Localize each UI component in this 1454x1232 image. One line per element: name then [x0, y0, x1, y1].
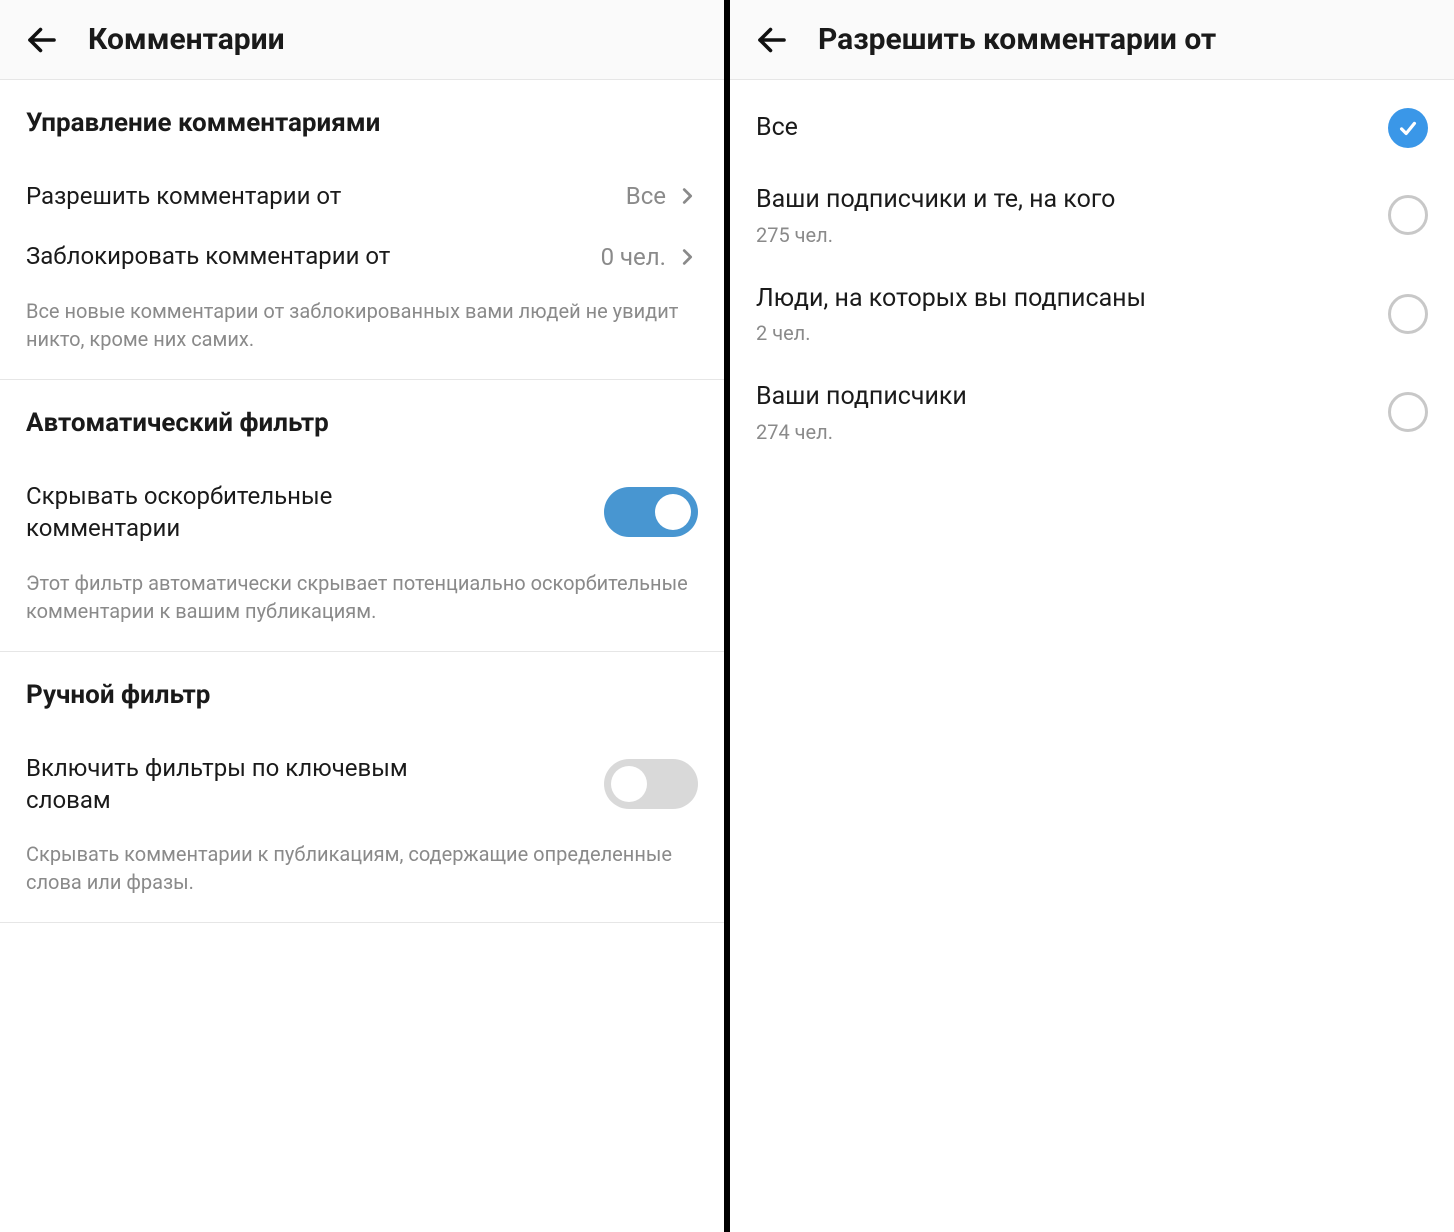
- block-comments-label: Заблокировать комментарии от: [26, 240, 390, 272]
- block-comments-value: 0 чел.: [601, 243, 666, 271]
- section-title-auto: Автоматический фильтр: [26, 408, 698, 438]
- radio-empty-icon: [1388, 294, 1428, 334]
- manual-filter-desc: Скрывать комментарии к публикациям, соде…: [26, 830, 698, 922]
- hide-offensive-toggle[interactable]: [604, 487, 698, 537]
- back-arrow-icon[interactable]: [754, 22, 790, 58]
- option-followers-and-following[interactable]: Ваши подписчики и те, на кого 275 чел.: [756, 166, 1428, 265]
- option-label: Ваши подписчики и те, на кого: [756, 184, 1115, 217]
- section-title-manual: Ручной фильтр: [26, 680, 698, 710]
- section-manage-comments: Управление комментариями Разрешить комме…: [0, 80, 724, 379]
- option-label: Все: [756, 112, 798, 145]
- option-followers[interactable]: Ваши подписчики 274 чел.: [756, 363, 1428, 462]
- option-label: Ваши подписчики: [756, 381, 967, 414]
- option-following[interactable]: Люди, на которых вы подписаны 2 чел.: [756, 265, 1428, 364]
- option-label: Люди, на которых вы подписаны: [756, 283, 1146, 316]
- hide-offensive-row: Скрывать оскорбительные комментарии: [26, 466, 698, 559]
- allow-comments-label: Разрешить комментарии от: [26, 180, 341, 212]
- option-sub: 275 чел.: [756, 223, 1115, 247]
- chevron-right-icon: [676, 246, 698, 268]
- back-arrow-icon[interactable]: [24, 22, 60, 58]
- header-right: Разрешить комментарии от: [730, 0, 1454, 80]
- section-auto-filter: Автоматический фильтр Скрывать оскорбите…: [0, 380, 724, 651]
- radio-checked-icon: [1388, 108, 1428, 148]
- radio-empty-icon: [1388, 195, 1428, 235]
- allow-comments-value: Все: [626, 182, 666, 210]
- hide-offensive-label: Скрывать оскорбительные комментарии: [26, 480, 426, 545]
- toggle-knob: [655, 494, 691, 530]
- toggle-knob: [611, 766, 647, 802]
- block-comments-desc: Все новые комментарии от заблокированных…: [26, 287, 698, 379]
- chevron-right-icon: [676, 185, 698, 207]
- keyword-filter-row: Включить фильтры по ключевым словам: [26, 738, 698, 831]
- comments-settings-panel: Комментарии Управление комментариями Раз…: [0, 0, 730, 1232]
- section-manual-filter: Ручной фильтр Включить фильтры по ключев…: [0, 652, 724, 923]
- radio-empty-icon: [1388, 392, 1428, 432]
- header-left: Комментарии: [0, 0, 724, 80]
- option-sub: 2 чел.: [756, 321, 1146, 345]
- option-everyone[interactable]: Все: [756, 90, 1428, 166]
- page-title: Комментарии: [88, 22, 285, 57]
- options-list: Все Ваши подписчики и те, на кого 275 че…: [730, 80, 1454, 462]
- section-title-manage: Управление комментариями: [26, 108, 698, 138]
- keyword-filter-label: Включить фильтры по ключевым словам: [26, 752, 426, 817]
- auto-filter-desc: Этот фильтр автоматически скрывает потен…: [26, 559, 698, 651]
- divider: [0, 922, 724, 923]
- allow-comments-panel: Разрешить комментарии от Все Ваши подпис…: [730, 0, 1454, 1232]
- option-sub: 274 чел.: [756, 420, 967, 444]
- keyword-filter-toggle[interactable]: [604, 759, 698, 809]
- page-title: Разрешить комментарии от: [818, 22, 1216, 57]
- block-comments-from-row[interactable]: Заблокировать комментарии от 0 чел.: [26, 226, 698, 286]
- allow-comments-from-row[interactable]: Разрешить комментарии от Все: [26, 166, 698, 226]
